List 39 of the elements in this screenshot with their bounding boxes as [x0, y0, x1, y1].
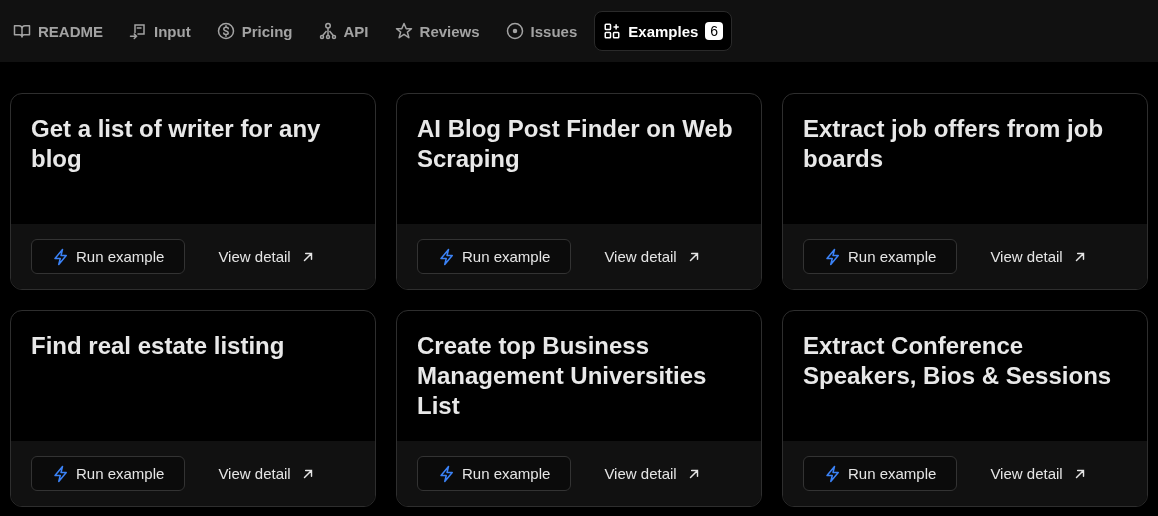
- example-title: Find real estate listing: [30, 331, 286, 361]
- lightning-icon: [438, 463, 456, 484]
- example-title: Get a list of writer for any blog: [30, 114, 322, 174]
- tab[interactable]: Issues: [496, 11, 587, 51]
- hierarchy-icon: [318, 22, 337, 40]
- run-example-button[interactable]: Run example: [31, 456, 186, 491]
- view-detail-link[interactable]: View detail: [604, 465, 701, 482]
- tab[interactable]: Examples 6: [594, 11, 733, 51]
- view-detail-link[interactable]: View detail: [604, 248, 701, 265]
- view-detail-link[interactable]: View detail: [218, 248, 315, 265]
- lightning-icon: [824, 463, 842, 484]
- star-icon: [394, 22, 413, 40]
- view-detail-link[interactable]: View detail: [990, 465, 1087, 482]
- book-icon: [13, 22, 31, 40]
- lightning-icon: [824, 246, 842, 267]
- run-example-button[interactable]: Run example: [31, 239, 186, 274]
- grid-icon: [603, 22, 622, 40]
- tab[interactable]: API: [309, 11, 378, 51]
- tab[interactable]: Input: [120, 11, 200, 51]
- lightning-icon: [52, 463, 70, 484]
- input-icon: [129, 22, 147, 40]
- view-detail-link[interactable]: View detail: [990, 248, 1087, 265]
- run-example-button[interactable]: Run example: [417, 239, 572, 274]
- lightning-icon: [52, 246, 70, 267]
- count-badge: 6: [705, 22, 724, 40]
- dollar-icon: [216, 22, 235, 40]
- issue-icon: [505, 22, 524, 40]
- example-title: Create top Business Management Universities List: [416, 331, 708, 421]
- tab[interactable]: Pricing: [207, 11, 302, 51]
- run-example-button[interactable]: Run example: [803, 456, 958, 491]
- tab[interactable]: Reviews: [385, 11, 489, 51]
- lightning-icon: [438, 246, 456, 267]
- example-title: Extract Conference Speakers, Bios & Sessions: [802, 331, 1113, 391]
- example-title: Extract job offers from job boards: [802, 114, 1105, 174]
- tab[interactable]: README: [4, 11, 112, 51]
- example-title: AI Blog Post Finder on Web Scraping: [416, 114, 734, 174]
- run-example-button[interactable]: Run example: [417, 456, 572, 491]
- run-example-button[interactable]: Run example: [803, 239, 958, 274]
- view-detail-link[interactable]: View detail: [218, 465, 315, 482]
